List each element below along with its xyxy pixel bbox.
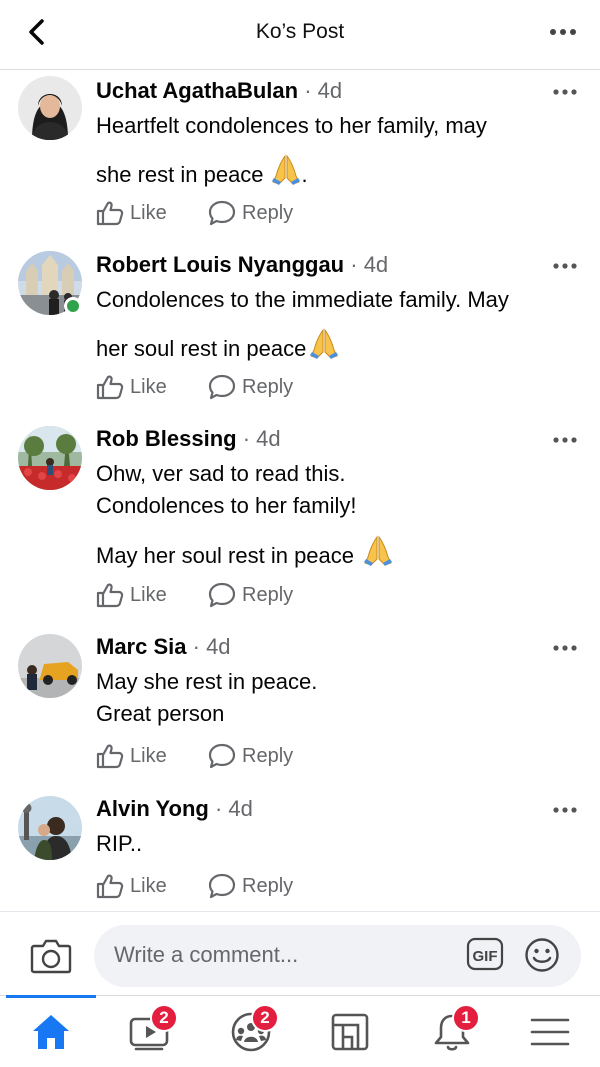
comment-text-line: Heartfelt condolences to her family, may: [96, 113, 487, 138]
avatar[interactable]: [18, 796, 82, 860]
gif-icon[interactable]: GIF: [466, 937, 504, 971]
comment-options-icon[interactable]: [552, 805, 578, 815]
like-button[interactable]: Like: [96, 742, 167, 770]
active-tab-indicator: [6, 995, 96, 998]
avatar[interactable]: [18, 426, 82, 490]
reply-label: Reply: [242, 583, 294, 606]
hamburger-menu-icon: [530, 1018, 570, 1046]
avatar[interactable]: [18, 76, 82, 140]
reply-button[interactable]: Reply: [208, 872, 293, 900]
commenter-name[interactable]: Marc Sia: [96, 634, 187, 659]
comment-input[interactable]: Write a comment...: [94, 925, 581, 987]
comment-options-icon[interactable]: [552, 643, 578, 653]
notification-badge: 2: [251, 1004, 279, 1032]
thumbs-up-icon: [96, 201, 124, 226]
reply-button[interactable]: Reply: [208, 199, 293, 227]
tab-notifications[interactable]: 1: [430, 1004, 480, 1054]
pages-icon: [331, 1013, 369, 1051]
page-title: Ko’s Post: [255, 20, 345, 43]
camera-icon[interactable]: [30, 936, 72, 976]
like-button[interactable]: Like: [96, 373, 167, 401]
comment-time: · 4d: [350, 252, 389, 277]
reply-label: Reply: [242, 375, 294, 398]
thumbs-up-icon: [96, 744, 124, 769]
comments-list: Uchat AgathaBulan · 4d Heartfelt condole…: [0, 70, 600, 912]
emoji-icon[interactable]: [524, 937, 560, 973]
comment-text-line: her soul rest in peace: [96, 336, 307, 361]
divider: [0, 911, 600, 912]
thumbs-up-icon: [96, 375, 124, 400]
folded-hands-icon: [364, 535, 393, 566]
comment-time: · 4d: [304, 78, 343, 103]
home-icon: [33, 1015, 69, 1049]
like-label: Like: [130, 583, 167, 606]
comment-text-line: Condolences to the immediate family. May: [96, 287, 509, 312]
comment-time: · 4d: [192, 634, 231, 659]
comment-options-icon[interactable]: [552, 87, 578, 97]
comment-text-line-group: her soul rest in peace: [96, 328, 340, 362]
comment-time: · 4d: [242, 426, 281, 451]
speech-bubble-icon: [208, 582, 236, 608]
tab-groups[interactable]: 2: [229, 1004, 279, 1054]
like-label: Like: [130, 744, 167, 767]
comment-text-line: Great person: [96, 701, 225, 726]
comment-text-line-group: she rest in peace.: [96, 154, 308, 188]
comment-time: · 4d: [214, 796, 253, 821]
folded-hands-icon: [271, 154, 300, 185]
folded-hands-icon: [310, 328, 339, 359]
reply-label: Reply: [242, 201, 294, 224]
thumbs-up-icon: [96, 874, 124, 899]
top-bar: Ko’s Post: [0, 0, 600, 70]
speech-bubble-icon: [208, 873, 236, 899]
speech-bubble-icon: [208, 374, 236, 400]
notification-badge: 2: [150, 1004, 178, 1032]
commenter-name[interactable]: Robert Louis Nyanggau: [96, 252, 344, 277]
comment-text-line: she rest in peace: [96, 162, 264, 187]
comment-text-line: May she rest in peace.: [96, 669, 318, 694]
comment-options-icon[interactable]: [552, 261, 578, 271]
comment-text-line: RIP..: [96, 831, 143, 856]
comment-text-line: May her soul rest in peace: [96, 543, 355, 568]
gif-label: GIF: [473, 948, 498, 965]
comment-text-line-group: May her soul rest in peace: [96, 535, 394, 569]
tab-pages[interactable]: [328, 1010, 372, 1054]
comment-input-placeholder: Write a comment...: [114, 942, 299, 967]
thumbs-up-icon: [96, 583, 124, 608]
more-options-icon[interactable]: [548, 22, 578, 42]
like-label: Like: [130, 375, 167, 398]
online-status-indicator: [64, 297, 82, 315]
comment-text-line: Ohw, ver sad to read this.: [96, 461, 346, 486]
reply-button[interactable]: Reply: [208, 581, 293, 609]
commenter-name[interactable]: Uchat AgathaBulan: [96, 78, 298, 103]
commenter-name[interactable]: Alvin Yong: [96, 796, 209, 821]
reply-button[interactable]: Reply: [208, 373, 293, 401]
speech-bubble-icon: [208, 743, 236, 769]
avatar[interactable]: [18, 634, 82, 698]
tab-menu[interactable]: [528, 1010, 572, 1054]
comment-text-line: Condolences to her family!: [96, 493, 357, 518]
reply-label: Reply: [242, 744, 294, 767]
reply-button[interactable]: Reply: [208, 742, 293, 770]
like-button[interactable]: Like: [96, 581, 167, 609]
like-label: Like: [130, 874, 167, 897]
comment-options-icon[interactable]: [552, 435, 578, 445]
like-button[interactable]: Like: [96, 872, 167, 900]
commenter-name[interactable]: Rob Blessing: [96, 426, 237, 451]
like-label: Like: [130, 201, 167, 224]
tab-watch[interactable]: 2: [128, 1004, 178, 1054]
reply-label: Reply: [242, 874, 294, 897]
bottom-navigation: 2 2 1: [0, 995, 600, 1067]
speech-bubble-icon: [208, 200, 236, 226]
notification-badge: 1: [452, 1004, 480, 1032]
tab-home[interactable]: [29, 1010, 73, 1054]
like-button[interactable]: Like: [96, 199, 167, 227]
comment-text-line: .: [301, 162, 308, 187]
